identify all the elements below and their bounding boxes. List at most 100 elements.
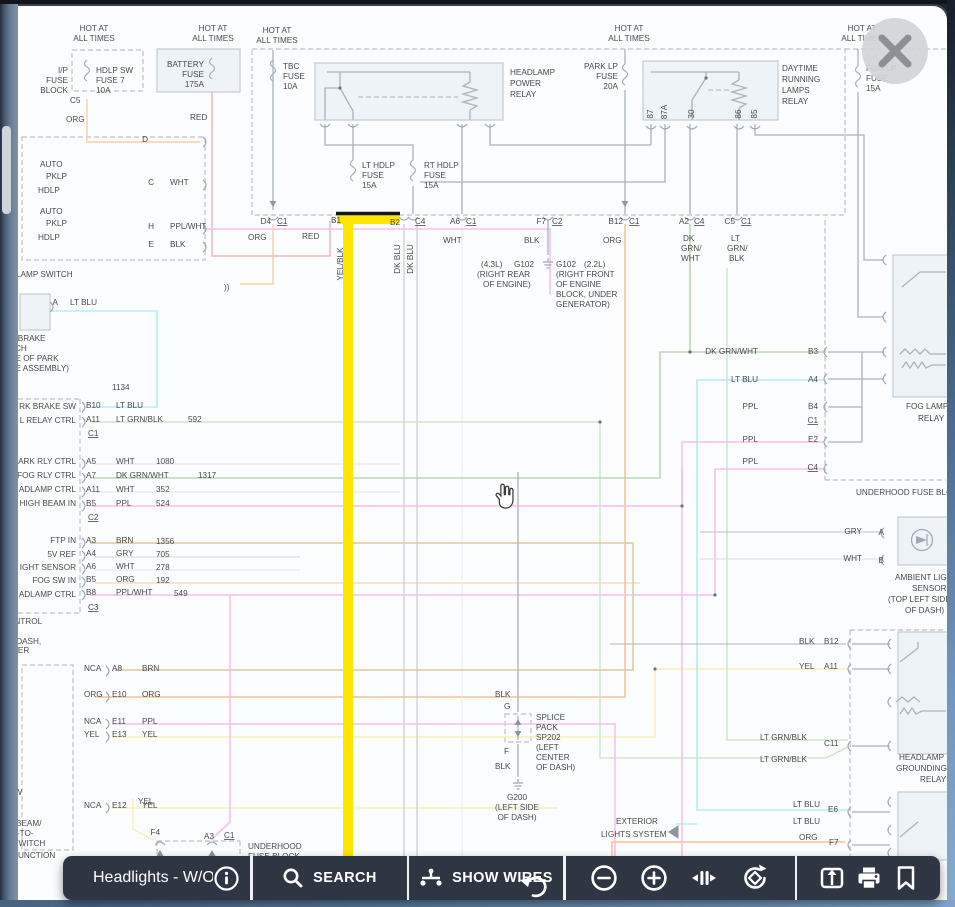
diagram-label: DK GRN/WHT — [705, 347, 758, 356]
diagram-label: BRN — [142, 664, 159, 673]
diagram-label: A — [879, 528, 885, 537]
diagram-label: DK GRN/WHT — [116, 471, 169, 480]
wire — [325, 124, 413, 160]
diagram-label: RELAY — [782, 97, 809, 106]
pin-arc — [106, 732, 109, 742]
wiring-diagram-viewer: { "toolbar": { "bg": "#2e3643", "title":… — [0, 0, 955, 907]
diagram-label: FUSE 7 — [96, 76, 125, 85]
diagram-label: K BRAKE — [18, 334, 46, 343]
diagram-label: LT GRN/BLK — [760, 733, 808, 742]
window-top-edge — [0, 0, 955, 4]
diagram-label: YEL — [142, 730, 158, 739]
diagram-label: LT BLU — [116, 401, 143, 410]
diagram-label: 175A — [185, 80, 205, 89]
scrollbar-thumb[interactable] — [2, 126, 11, 214]
diagram-label: HEADLAMP — [899, 753, 945, 762]
arrow-marker — [515, 719, 522, 725]
diagram-label: LT GRN/BLK — [760, 755, 808, 764]
wire — [755, 124, 884, 260]
close-button[interactable] — [862, 18, 928, 84]
arrow-marker — [622, 201, 629, 207]
pin-arc — [106, 666, 109, 676]
fuse-symbol — [856, 66, 861, 87]
diagram-label: PARK LP — [584, 62, 619, 71]
diagram-label: 524 — [156, 499, 170, 508]
diagram-label: E10 — [112, 690, 127, 699]
print-icon — [855, 864, 883, 892]
diagram-label: FUSE — [283, 72, 305, 81]
junction-dot — [688, 350, 691, 353]
diagram-label: 1080 — [156, 457, 175, 466]
diagram-label: BRN — [116, 536, 133, 545]
fit-screen-button[interactable] — [690, 864, 718, 892]
wiring-diagram-canvas[interactable]: HOT ATALL TIMESHOT ATALL TIMESHOT ATALL … — [18, 4, 949, 902]
ground-symbol — [543, 258, 553, 268]
bottom-toolbar: Headlights - W/O ZR2 - P... SEARCH SHOW … — [63, 856, 940, 900]
diagram-label: A6 — [450, 217, 460, 226]
zoom-out-button[interactable] — [590, 864, 618, 892]
diagram-label: (LEFT — [536, 743, 559, 752]
diagram-label: BLK — [495, 690, 511, 699]
export-button[interactable] — [818, 864, 846, 892]
diagram-label: PPL — [743, 435, 759, 444]
diagram-label: FTP IN — [50, 536, 76, 545]
diagram-label: A4 — [86, 549, 96, 558]
diagram-label: PKLP — [46, 219, 67, 228]
diagram-label: GRY — [844, 527, 862, 536]
pin-arc — [207, 842, 217, 845]
diagram-label: BATTERY — [167, 60, 205, 69]
diagram-label: LAMP SWITCH — [18, 270, 73, 279]
junction-dot — [338, 86, 341, 89]
diagram-label: SE OF PARK — [18, 354, 59, 363]
diagram-label: RELAY — [510, 90, 537, 99]
window-right-edge — [947, 0, 955, 907]
diagram-label: BLK — [170, 240, 186, 249]
arrow-marker — [668, 825, 679, 839]
diagram-label: PPL — [743, 457, 759, 466]
export-icon — [818, 864, 846, 892]
diagram-label: )) — [224, 283, 230, 292]
diagram-label: EXTERIOR — [616, 817, 658, 826]
diagram-label: C1 — [277, 217, 288, 226]
pin-arc — [82, 564, 85, 574]
rotate-reset-button[interactable] — [740, 863, 770, 893]
diagram-label: 86 — [734, 109, 743, 119]
diagram-label: PKLP — [46, 172, 67, 181]
diagram-label: C1 — [741, 217, 752, 226]
diagram-label: HIGH BEAM IN — [20, 499, 76, 508]
diagram-label: B2 — [390, 218, 400, 227]
zoom-in-button[interactable] — [640, 864, 668, 892]
diagram-label: ORG — [116, 575, 135, 584]
diagram-label: GRY — [116, 549, 134, 558]
diagram-label: C1 — [629, 217, 640, 226]
diagram-label: A — [53, 298, 59, 307]
search-icon — [282, 867, 304, 889]
diagram-label: BLK — [729, 254, 745, 263]
diagram-label: ORG — [603, 236, 622, 245]
diagram-label: 87 — [646, 109, 655, 119]
diagram-label: (RIGHT FRONT — [556, 270, 615, 279]
diagram-label: B4 — [808, 402, 818, 411]
diagram-label: WHT — [843, 554, 862, 563]
diagram-label: GRN/ — [681, 244, 702, 253]
diagram-label: ALL TIMES — [192, 34, 234, 43]
diagram-label: WHT — [116, 485, 135, 494]
diagram-label: ATER — [18, 646, 29, 655]
info-button[interactable] — [213, 865, 240, 892]
diagram-label: AUTO — [40, 207, 63, 216]
diagram-label: B5 — [86, 575, 96, 584]
pin-arc — [82, 577, 85, 587]
diagram-label: HOT AT — [199, 24, 228, 33]
diagram-label: PPL/WHT — [170, 222, 206, 231]
print-button[interactable] — [855, 864, 883, 892]
search-button[interactable]: SEARCH — [253, 856, 407, 900]
diagram-label: OW — [18, 788, 22, 797]
diagram-label: PPL — [743, 402, 759, 411]
diagram-label: LT BLU — [731, 375, 758, 384]
wire — [50, 311, 157, 407]
bookmark-button[interactable] — [893, 864, 919, 892]
undo-icon[interactable] — [517, 870, 551, 902]
diagram-label: UNDERHOOD FUSE BLOCK — [856, 488, 949, 497]
pin-arc — [82, 590, 85, 600]
diagram-label: YEL — [799, 662, 815, 671]
